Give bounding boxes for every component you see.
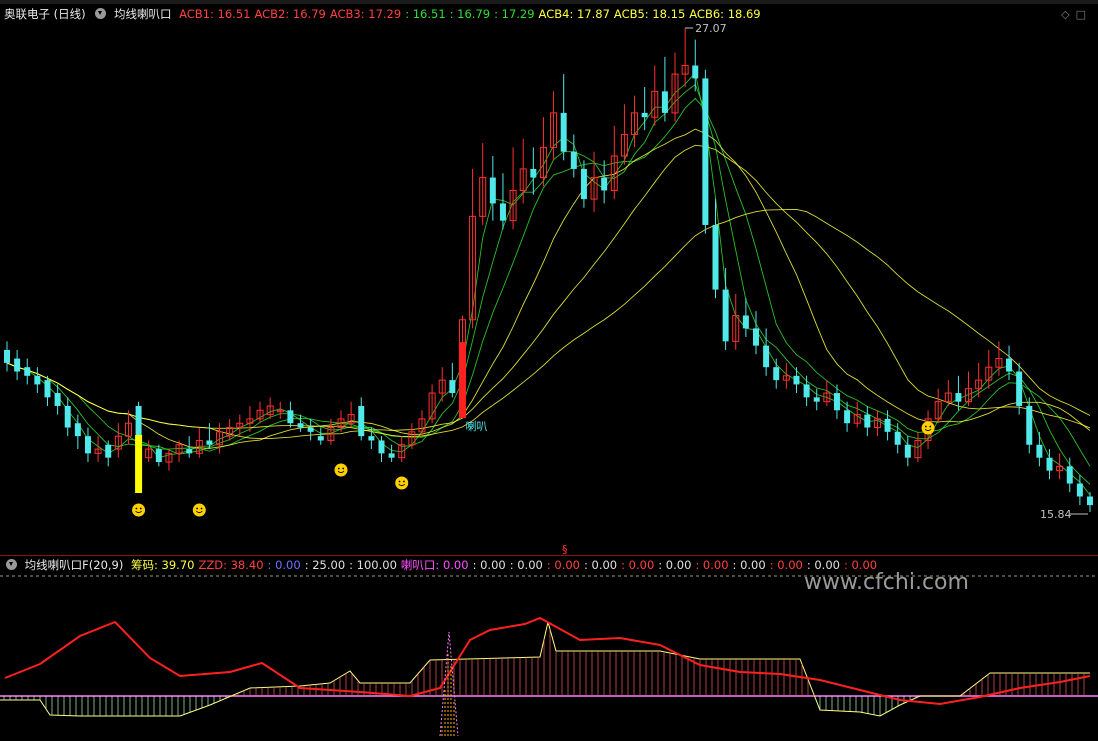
candle-body [692, 65, 699, 79]
candle-body [1016, 371, 1023, 406]
smiley-icon [192, 503, 206, 517]
smiley-eye [924, 425, 927, 428]
candle-body [388, 453, 395, 458]
candle-body [287, 410, 294, 424]
smiley-eye [200, 507, 203, 510]
low-price-label: 15.84 [1040, 508, 1072, 521]
ma-line-6 [6, 208, 1091, 437]
candle-body [24, 367, 31, 376]
candle-body [4, 349, 10, 363]
candle-body [1006, 358, 1013, 372]
candle-body [773, 367, 780, 381]
candle-body [894, 431, 901, 445]
smiley-eye [139, 507, 142, 510]
smiley-eye [196, 507, 199, 510]
candle-body [601, 177, 608, 191]
candle-body [752, 328, 759, 346]
candle-body [297, 423, 304, 428]
candle-body [1036, 444, 1043, 458]
candle-body [64, 405, 71, 428]
candle-body [742, 315, 749, 329]
candle-body [793, 375, 800, 385]
candle-body [449, 380, 456, 394]
candle-body [206, 440, 213, 445]
candle-body [307, 427, 314, 432]
high-price-label: 27.07 [695, 22, 727, 35]
candle-body [14, 358, 21, 372]
candle-body [570, 151, 577, 169]
smiley-icon [395, 476, 409, 490]
candle-body [904, 444, 911, 458]
candle-body [358, 405, 365, 437]
candle-body [955, 393, 962, 402]
signal-candle-yellow [135, 435, 143, 493]
candle-body [84, 436, 91, 454]
smiley-eye [337, 467, 340, 470]
candle-body [1066, 466, 1073, 484]
candle-body [489, 177, 496, 204]
smiley-icon [334, 463, 348, 477]
signal-candle-red [458, 342, 466, 418]
smiley-eye [403, 480, 405, 483]
candle-body [813, 397, 820, 402]
smiley-icon [132, 503, 146, 517]
candle-body [1046, 457, 1053, 471]
candle-body [560, 112, 567, 152]
candle-body [34, 375, 41, 385]
candle-body [1087, 496, 1093, 506]
zzd-line [4, 616, 1091, 706]
candle-body [530, 168, 537, 178]
candle-body [641, 112, 648, 118]
candle-body [884, 418, 891, 432]
candle-body [833, 393, 840, 411]
candle-body [74, 423, 81, 437]
candle-body [186, 449, 193, 454]
candle-body [580, 168, 587, 200]
chart-canvas[interactable]: 27.07 15.84 喇叭 § [0, 0, 1098, 741]
smiley-eye [342, 467, 345, 470]
smiley-icon [921, 421, 935, 435]
candle-body [378, 440, 385, 454]
smiley-eye [929, 425, 932, 428]
signal-label: 喇叭 [465, 419, 487, 433]
ma-line-4 [6, 128, 1091, 449]
candle-body [317, 436, 324, 441]
ma-line-5 [6, 144, 1091, 440]
candle-body [712, 224, 719, 290]
candle-body [763, 345, 770, 368]
candle-body [1076, 483, 1083, 497]
candle-body [44, 380, 51, 398]
smiley-eye [398, 480, 401, 483]
candle-body [722, 289, 729, 342]
candle-body [844, 410, 851, 424]
section-marker: § [562, 543, 568, 556]
ma-line-3 [6, 97, 1091, 467]
candle-body [864, 414, 871, 428]
candle-body [105, 444, 112, 458]
smiley-eye [135, 507, 138, 510]
candle-body [54, 393, 61, 406]
candle-body [1026, 405, 1033, 445]
candle-body [702, 78, 709, 225]
candle-body [499, 203, 506, 221]
candle-body [155, 449, 162, 463]
candle-body [368, 436, 375, 441]
candle-body [803, 384, 810, 398]
candle-body [661, 91, 668, 113]
